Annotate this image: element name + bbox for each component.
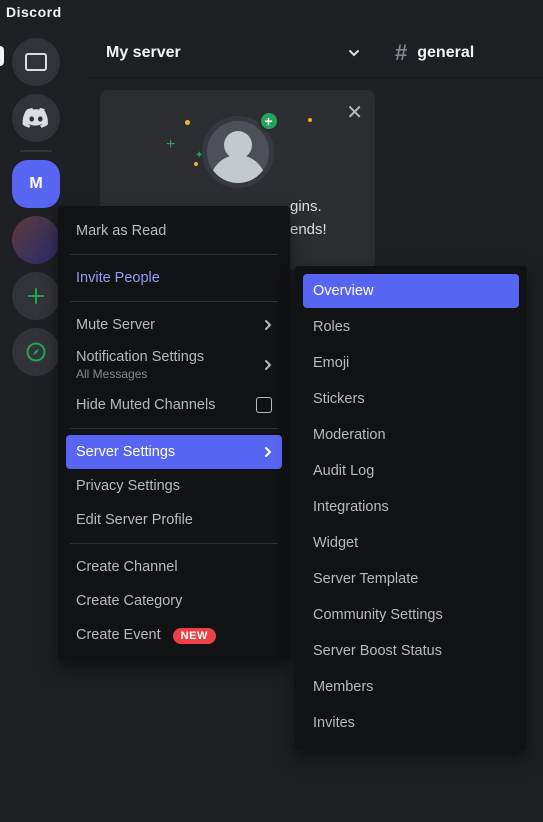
submenu-server-template[interactable]: Server Template	[303, 562, 519, 596]
submenu-audit-log[interactable]: Audit Log	[303, 454, 519, 488]
server-other[interactable]	[12, 216, 60, 264]
menu-separator	[70, 301, 278, 302]
dot-icon	[308, 118, 312, 122]
menu-notification-settings[interactable]: Notification Settings All Messages	[66, 342, 282, 388]
invite-avatar[interactable]: +	[202, 116, 274, 188]
server-list-divider	[20, 150, 52, 152]
hash-icon: #	[395, 40, 407, 66]
server-my-server[interactable]: M	[12, 160, 60, 208]
menu-invite-people[interactable]: Invite People	[66, 261, 282, 295]
header: My server # general	[90, 28, 543, 78]
submenu-stickers[interactable]: Stickers	[303, 382, 519, 416]
checkbox-icon	[256, 397, 272, 413]
new-badge: NEW	[173, 628, 216, 644]
submenu-server-boost-status[interactable]: Server Boost Status	[303, 634, 519, 668]
menu-mark-as-read[interactable]: Mark as Read	[66, 214, 282, 248]
monitor-icon	[25, 53, 47, 71]
app-title: Discord	[6, 4, 62, 20]
close-icon[interactable]: ✕	[346, 100, 363, 125]
server-name-label: My server	[106, 44, 181, 62]
submenu-community-settings[interactable]: Community Settings	[303, 598, 519, 632]
chevron-down-icon	[347, 46, 361, 60]
server-settings-submenu: Overview Roles Emoji Stickers Moderation…	[295, 266, 527, 750]
submenu-integrations[interactable]: Integrations	[303, 490, 519, 524]
menu-create-channel[interactable]: Create Channel	[66, 550, 282, 584]
menu-edit-server-profile[interactable]: Edit Server Profile	[66, 503, 282, 537]
invite-text: gins. ends!	[290, 196, 327, 241]
direct-messages-button[interactable]	[12, 38, 60, 86]
menu-create-category[interactable]: Create Category	[66, 584, 282, 618]
submenu-moderation[interactable]: Moderation	[303, 418, 519, 452]
submenu-overview[interactable]: Overview	[303, 274, 519, 308]
selection-pill	[0, 46, 4, 66]
menu-create-event[interactable]: Create Event NEW	[66, 618, 282, 652]
chevron-right-icon	[264, 359, 272, 371]
invite-line1: gins.	[290, 196, 327, 219]
menu-separator	[70, 543, 278, 544]
channel-name-label: general	[417, 44, 474, 62]
server-name-dropdown[interactable]: My server	[90, 28, 377, 78]
plus-icon	[26, 286, 46, 306]
menu-server-settings[interactable]: Server Settings	[66, 435, 282, 469]
menu-separator	[70, 254, 278, 255]
notification-sub-label: All Messages	[76, 367, 147, 381]
chevron-right-icon	[264, 446, 272, 458]
dot-icon	[185, 120, 190, 125]
discord-home-button[interactable]	[12, 94, 60, 142]
submenu-emoji[interactable]: Emoji	[303, 346, 519, 380]
discord-logo-icon	[22, 108, 50, 128]
compass-icon	[26, 342, 46, 362]
submenu-widget[interactable]: Widget	[303, 526, 519, 560]
submenu-members[interactable]: Members	[303, 670, 519, 704]
channel-header[interactable]: # general	[377, 28, 543, 78]
add-server-button[interactable]	[12, 272, 60, 320]
add-badge-icon: +	[258, 110, 280, 132]
menu-privacy-settings[interactable]: Privacy Settings	[66, 469, 282, 503]
sparkle-icon: ✦	[195, 150, 203, 161]
server-context-menu: Mark as Read Invite People Mute Server N…	[58, 206, 290, 660]
submenu-invites[interactable]: Invites	[303, 706, 519, 740]
chevron-right-icon	[264, 319, 272, 331]
sparkle-icon: +	[166, 136, 175, 154]
invite-line2: ends!	[290, 219, 327, 242]
explore-servers-button[interactable]	[12, 328, 60, 376]
menu-hide-muted-channels[interactable]: Hide Muted Channels	[66, 388, 282, 422]
menu-separator	[70, 428, 278, 429]
menu-mute-server[interactable]: Mute Server	[66, 308, 282, 342]
dot-icon	[194, 162, 198, 166]
submenu-roles[interactable]: Roles	[303, 310, 519, 344]
